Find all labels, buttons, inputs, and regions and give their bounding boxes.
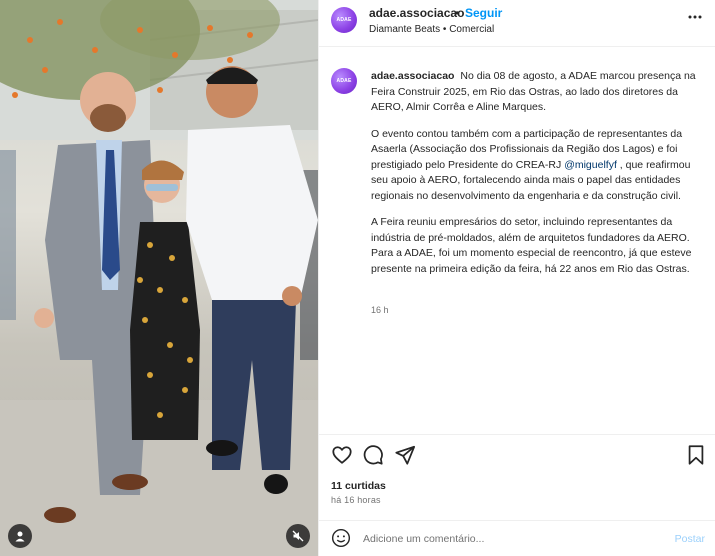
like-button[interactable]	[331, 444, 353, 466]
caption-avatar-text: ADAE	[336, 78, 352, 84]
photo-tags-button[interactable]	[8, 524, 32, 548]
post-panel: ADAE adae.associacao • Seguir Diamante B…	[319, 0, 715, 556]
comment-input[interactable]	[363, 529, 653, 549]
share-button[interactable]	[394, 444, 416, 466]
comment-button[interactable]	[362, 444, 384, 466]
avatar-text: ADAE	[336, 17, 352, 23]
post-caption: adae.associacao No dia 08 de agosto, a A…	[371, 69, 707, 277]
comment-form: Postar	[319, 523, 715, 556]
header-subtitle[interactable]: Diamante Beats • Comercial	[369, 24, 494, 35]
photo-mute-button[interactable]	[286, 524, 310, 548]
caption-paragraph-3: A Feira reuniu empresários do setor, inc…	[371, 216, 692, 275]
comment-bubble-icon	[363, 445, 383, 465]
post-comment-button[interactable]: Postar	[675, 533, 705, 545]
actions-divider	[319, 434, 715, 435]
header-username[interactable]: adae.associacao	[369, 6, 464, 20]
smiley-icon	[331, 528, 351, 548]
post-header: ADAE adae.associacao • Seguir Diamante B…	[319, 0, 715, 46]
header-divider	[319, 46, 715, 47]
post-time-ago[interactable]: há 16 horas	[331, 495, 381, 505]
more-options-button[interactable]	[685, 10, 705, 24]
profile-avatar[interactable]: ADAE	[331, 7, 357, 33]
caption-username[interactable]: adae.associacao	[371, 70, 454, 82]
mute-icon	[292, 530, 304, 542]
follow-button[interactable]: Seguir	[465, 6, 502, 20]
likes-count[interactable]: 11 curtidas	[331, 480, 386, 492]
user-tag-icon	[15, 531, 25, 542]
caption-timestamp[interactable]: 16 h	[371, 305, 389, 315]
action-bar	[319, 444, 715, 468]
paper-plane-icon	[395, 445, 416, 465]
mention-link[interactable]: @miguelfyf	[564, 159, 617, 171]
emoji-button[interactable]	[331, 528, 351, 548]
bookmark-icon	[688, 445, 704, 465]
header-separator: •	[455, 6, 460, 20]
more-options-icon	[688, 15, 702, 19]
caption-avatar[interactable]: ADAE	[331, 68, 357, 94]
save-button[interactable]	[685, 444, 707, 466]
photo-scene	[0, 0, 318, 556]
post-photo[interactable]	[0, 0, 318, 556]
heart-icon	[332, 446, 352, 464]
comment-divider	[319, 520, 715, 521]
